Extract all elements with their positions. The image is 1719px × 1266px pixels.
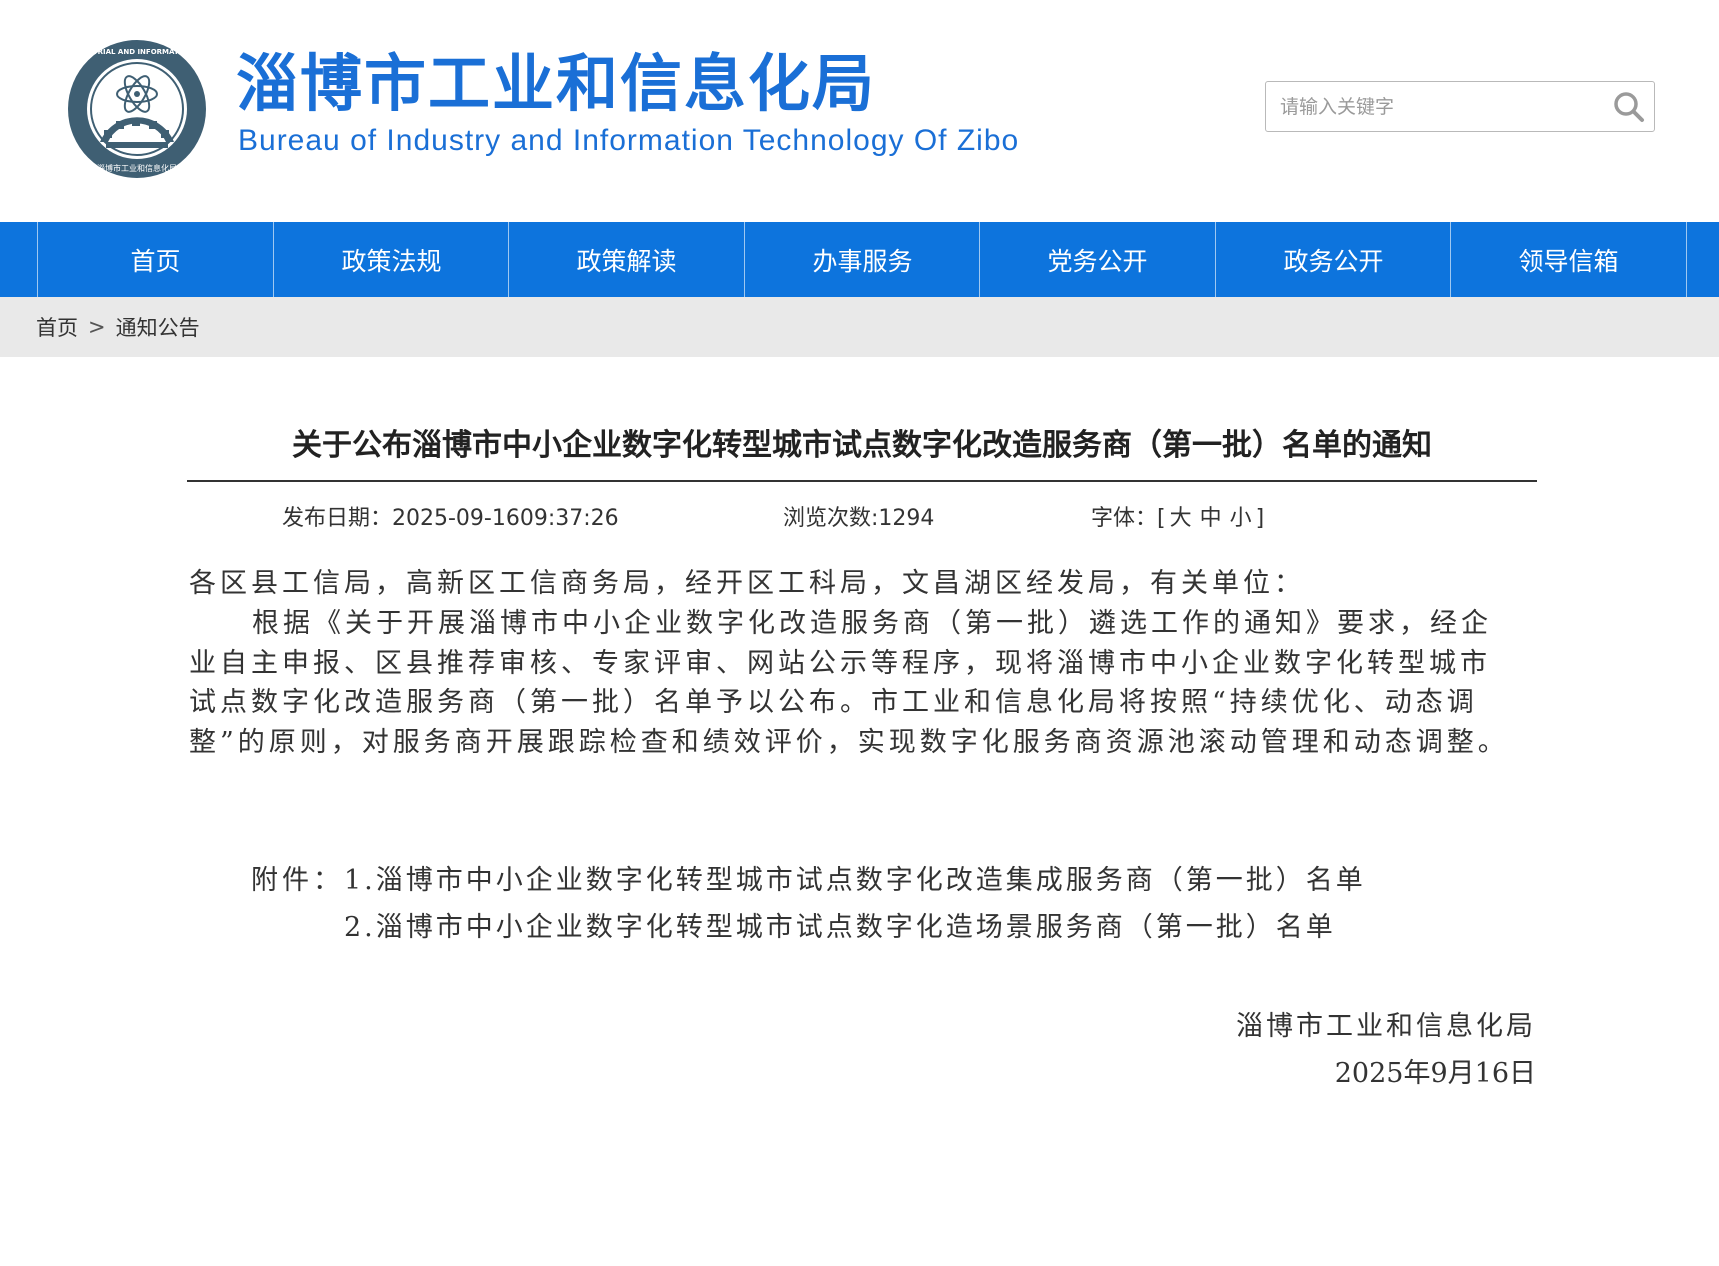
font-size-bracket: ] [1255, 506, 1265, 531]
site-title-chinese[interactable]: 淄博市工业和信息化局 [236, 46, 876, 122]
search-box [1265, 81, 1655, 132]
nav-item-home[interactable]: 首页 [38, 222, 273, 297]
nav-item-leader-mailbox[interactable]: 领导信箱 [1451, 222, 1686, 297]
view-count: 浏览次数:1294 [783, 506, 935, 531]
font-size-medium-button[interactable]: 中 [1200, 506, 1222, 531]
logo-bottom-text: 淄博市工业和信息化局 [97, 163, 177, 173]
nav-item-policy-interpretation[interactable]: 政策解读 [509, 222, 744, 297]
attachment-label: 附件： [251, 865, 344, 896]
article-title: 关于公布淄博市中小企业数字化转型城市试点数字化改造服务商（第一批）名单的通知 [292, 428, 1432, 463]
attachment-link-1[interactable]: 1.淄博市中小企业数字化转型城市试点数字化改造集成服务商（第一批）名单 [344, 858, 1366, 897]
site-header: ZIBO INDUSTRIAL AND INFORMATION BUREAU 淄… [0, 0, 1719, 222]
title-divider [187, 480, 1537, 482]
attachment-link-2[interactable]: 2.淄博市中小企业数字化转型城市试点数字化造场景服务商（第一批）名单 [344, 905, 1336, 944]
nav-item-policies[interactable]: 政策法规 [274, 222, 509, 297]
main-nav: 首页 政策法规 政策解读 办事服务 党务公开 政务公开 领导信箱 [0, 222, 1719, 297]
nav-item-party-affairs[interactable]: 党务公开 [980, 222, 1215, 297]
site-title-english: Bureau of Industry and Information Techn… [238, 124, 1020, 157]
font-size-large-button[interactable]: 大 [1170, 506, 1192, 531]
signature-organization: 淄博市工业和信息化局 [1236, 1011, 1536, 1042]
search-input[interactable] [1280, 82, 1600, 131]
breadcrumb-current[interactable]: 通知公告 [116, 312, 200, 342]
breadcrumb: 首页 > 通知公告 [0, 297, 1719, 357]
bureau-logo-icon[interactable]: ZIBO INDUSTRIAL AND INFORMATION BUREAU 淄… [66, 38, 208, 180]
nav-divider [1686, 222, 1687, 297]
publish-date: 发布日期：2025-09-1609:37:26 [282, 506, 619, 531]
font-size-label: 字体：[ [1091, 506, 1166, 531]
search-icon[interactable] [1610, 88, 1648, 126]
article-salutation: 各区县工信局，高新区工信商务局，经开区工科局，文昌湖区经发局，有关单位： [189, 568, 1305, 599]
breadcrumb-separator: > [88, 315, 106, 339]
font-size-switcher: 字体：[大中小] [1091, 500, 1264, 532]
breadcrumb-home[interactable]: 首页 [36, 312, 78, 342]
font-size-small-button[interactable]: 小 [1230, 506, 1252, 531]
logo-ring-text: ZIBO INDUSTRIAL AND INFORMATION BUREAU [66, 48, 208, 56]
nav-item-services[interactable]: 办事服务 [745, 222, 980, 297]
nav-item-government-affairs[interactable]: 政务公开 [1216, 222, 1451, 297]
article-paragraph: 根据《关于开展淄博市中小企业数字化改造服务商（第一批）遴选工作的通知》要求，经企… [189, 608, 1509, 758]
signature-date: 2025年9月16日 [1334, 1058, 1536, 1089]
